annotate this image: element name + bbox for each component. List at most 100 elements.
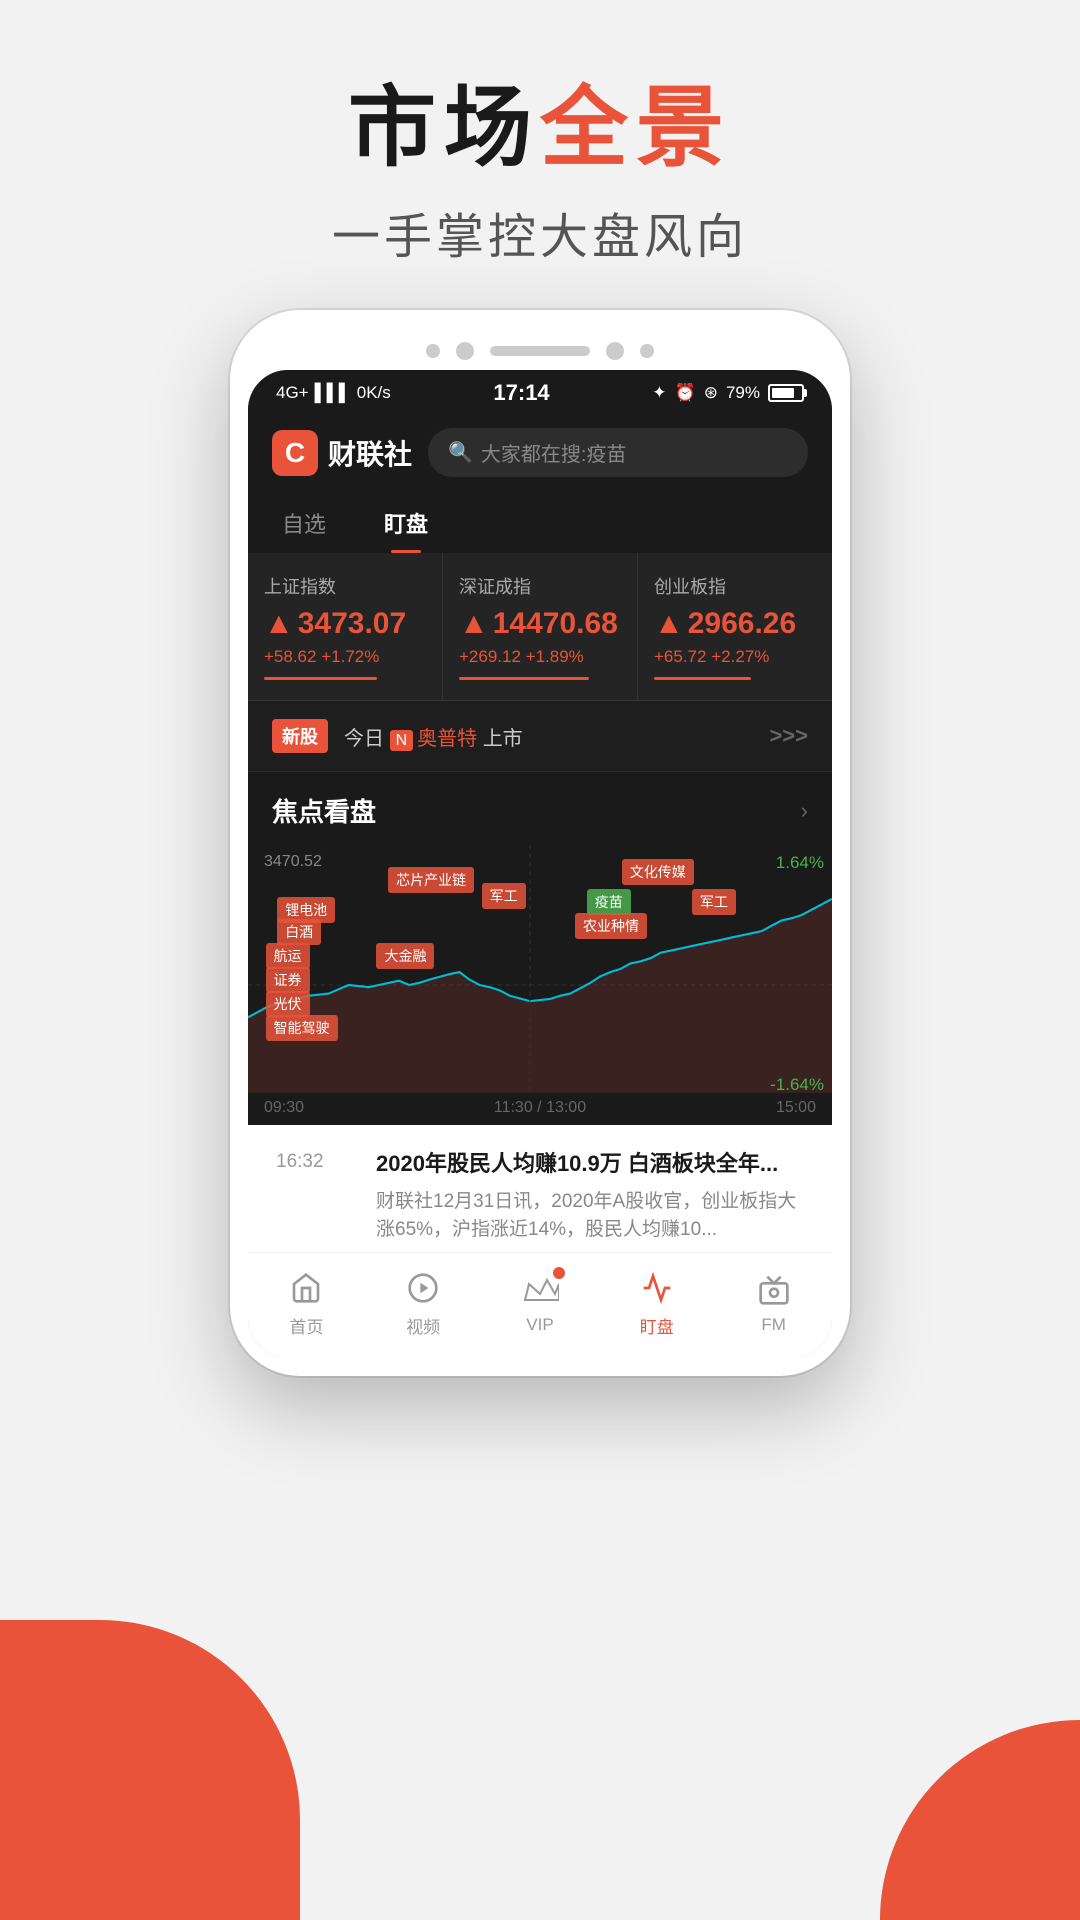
nav-label-video: 视频 [406,1313,440,1338]
tab-zixuan[interactable]: 自选 [278,493,330,553]
logo-text: 财联社 [328,433,412,473]
chart-y-label-top: 3470.52 [264,853,322,871]
stock-tag-military2[interactable]: 军工 [692,889,736,915]
stock-tag-finance[interactable]: 大金融 [376,943,434,969]
n-badge: N [390,730,414,751]
chart-time-end: 15:00 [776,1099,816,1117]
phone-sensor-dot-3 [640,344,654,358]
logo-icon: C [272,430,318,476]
nav-item-vip[interactable]: VIP [482,1271,599,1335]
index-bar-2 [459,677,589,680]
search-placeholder-text: 大家都在搜:疫苗 [481,438,627,467]
new-stock-banner[interactable]: 新股 今日 N奥普特 上市 >>> [248,701,832,772]
tab-bar: 自选 盯盘 [248,493,832,553]
app-header: C 财联社 🔍 大家都在搜:疫苗 [248,412,832,493]
battery-percent: 79% [726,383,760,403]
nav-item-home[interactable]: 首页 [248,1269,365,1338]
search-icon: 🔍 [448,440,473,465]
index-name-3: 创业板指 [654,573,816,599]
nav-label-fm: FM [761,1315,786,1335]
vip-dot [553,1267,565,1279]
nav-item-video[interactable]: 视频 [365,1269,482,1338]
chart-svg [248,845,832,1125]
phone-mockup: 4G+ ▌▌▌ 0K/s 17:14 ✦ ⏰ ⊛ 79% [230,310,850,1376]
hero-subtitle: 一手掌控大盘风向 [0,197,1080,267]
index-shenzhen[interactable]: 深证成指 ▲ 14470.68 +269.12 +1.89% [443,553,638,700]
battery-fill [772,388,794,398]
stock-tag-military1[interactable]: 军工 [482,883,526,909]
index-shangzheng[interactable]: 上证指数 ▲ 3473.07 +58.62 +1.72% [248,553,443,700]
phone-camera [606,342,624,360]
video-icon [402,1269,444,1307]
news-content-1: 2020年股民人均赚10.9万 白酒板块全年... 财联社12月31日讯，202… [376,1149,804,1245]
index-arrow-3: ▲ [654,607,684,641]
stock-tag-culture[interactable]: 文化传媒 [622,859,694,885]
new-stock-badge: 新股 [272,719,328,753]
news-item-1[interactable]: 16:32 2020年股民人均赚10.9万 白酒板块全年... 财联社12月31… [248,1125,832,1270]
new-stock-more-arrow: >>> [769,723,808,749]
app-logo: C 财联社 [272,430,412,476]
chart-time-mid: 11:30 / 13:00 [494,1099,586,1117]
home-icon [285,1269,327,1307]
status-time: 17:14 [493,380,549,406]
nav-item-dingpan[interactable]: 盯盘 [598,1269,715,1338]
signal-bars: ▌▌▌ [315,383,351,403]
index-change-1: +58.62 +1.72% [264,647,426,667]
index-value-2: ▲ 14470.68 [459,607,621,641]
chart-time-labels: 09:30 11:30 / 13:00 15:00 [248,1099,832,1117]
bluetooth-icon: ✦ [652,383,666,403]
chart-time-start: 09:30 [264,1099,304,1117]
chart-area: 3470.52 芯片产业链 锂电池 军工 白酒 文化传媒 疫苗 军工 农业种情 … [248,845,832,1125]
stock-tag-baijiu[interactable]: 白酒 [277,919,321,945]
nav-item-fm[interactable]: FM [715,1271,832,1335]
background-bottom-right [880,1720,1080,1920]
chart-icon [636,1269,678,1307]
index-arrow-1: ▲ [264,607,294,641]
status-bar: 4G+ ▌▌▌ 0K/s 17:14 ✦ ⏰ ⊛ 79% [248,370,832,412]
index-bar-1 [264,677,377,680]
focus-section: 焦点看盘 › [248,772,832,829]
focus-header: 焦点看盘 › [272,792,808,829]
market-indices: 上证指数 ▲ 3473.07 +58.62 +1.72% 深证成指 ▲ [248,553,832,701]
stock-tag-autonomous[interactable]: 智能驾驶 [266,1015,338,1041]
phone-speaker [490,346,590,356]
vip-icon [519,1271,561,1309]
stock-tag-solar[interactable]: 光伏 [266,991,310,1017]
phone-outer: 4G+ ▌▌▌ 0K/s 17:14 ✦ ⏰ ⊛ 79% [230,310,850,1376]
index-change-2: +269.12 +1.89% [459,647,621,667]
phone-screen: 4G+ ▌▌▌ 0K/s 17:14 ✦ ⏰ ⊛ 79% [248,370,832,1358]
index-chuangye[interactable]: 创业板指 ▲ 2966.26 +65.72 +2.27% [638,553,832,700]
background-bottom-left [0,1620,300,1920]
status-left: 4G+ ▌▌▌ 0K/s [276,383,391,403]
focus-more-button[interactable]: › [801,798,808,824]
index-name-1: 上证指数 [264,573,426,599]
stock-tag-chip[interactable]: 芯片产业链 [388,867,474,893]
stock-tag-vaccine[interactable]: 疫苗 [587,889,631,915]
nav-label-dingpan: 盯盘 [640,1313,674,1338]
news-time-1: 16:32 [276,1149,356,1245]
hero-section: 市场全景 一手掌控大盘风向 [0,80,1080,267]
phone-sensor-dot-1 [426,344,440,358]
hero-title: 市场全景 [0,80,1080,177]
search-bar[interactable]: 🔍 大家都在搜:疫苗 [428,428,808,477]
stock-tag-shipping[interactable]: 航运 [266,943,310,969]
data-speed: 0K/s [357,383,391,403]
stock-tag-securities[interactable]: 证券 [266,967,310,993]
stock-tag-agriculture[interactable]: 农业种情 [575,913,647,939]
nav-label-vip: VIP [526,1315,553,1335]
new-stock-text: 今日 N奥普特 上市 [344,722,753,751]
battery-icon [768,384,804,402]
signal-text: 4G+ [276,383,309,403]
alarm-icon: ⏰ [675,383,696,403]
new-stock-name: 奥普特 [417,728,477,750]
phone-top-bar [248,328,832,370]
hero-title-highlight: 全景 [540,78,732,177]
index-name-2: 深证成指 [459,573,621,599]
bottom-nav: 首页 视频 [248,1252,832,1358]
tab-dingpan[interactable]: 盯盘 [380,493,432,553]
status-right: ✦ ⏰ ⊛ 79% [652,383,804,403]
focus-title: 焦点看盘 [272,792,376,829]
index-bar-3 [654,677,751,680]
chart-percent-bottom: -1.64% [770,1075,824,1095]
index-change-3: +65.72 +2.27% [654,647,816,667]
